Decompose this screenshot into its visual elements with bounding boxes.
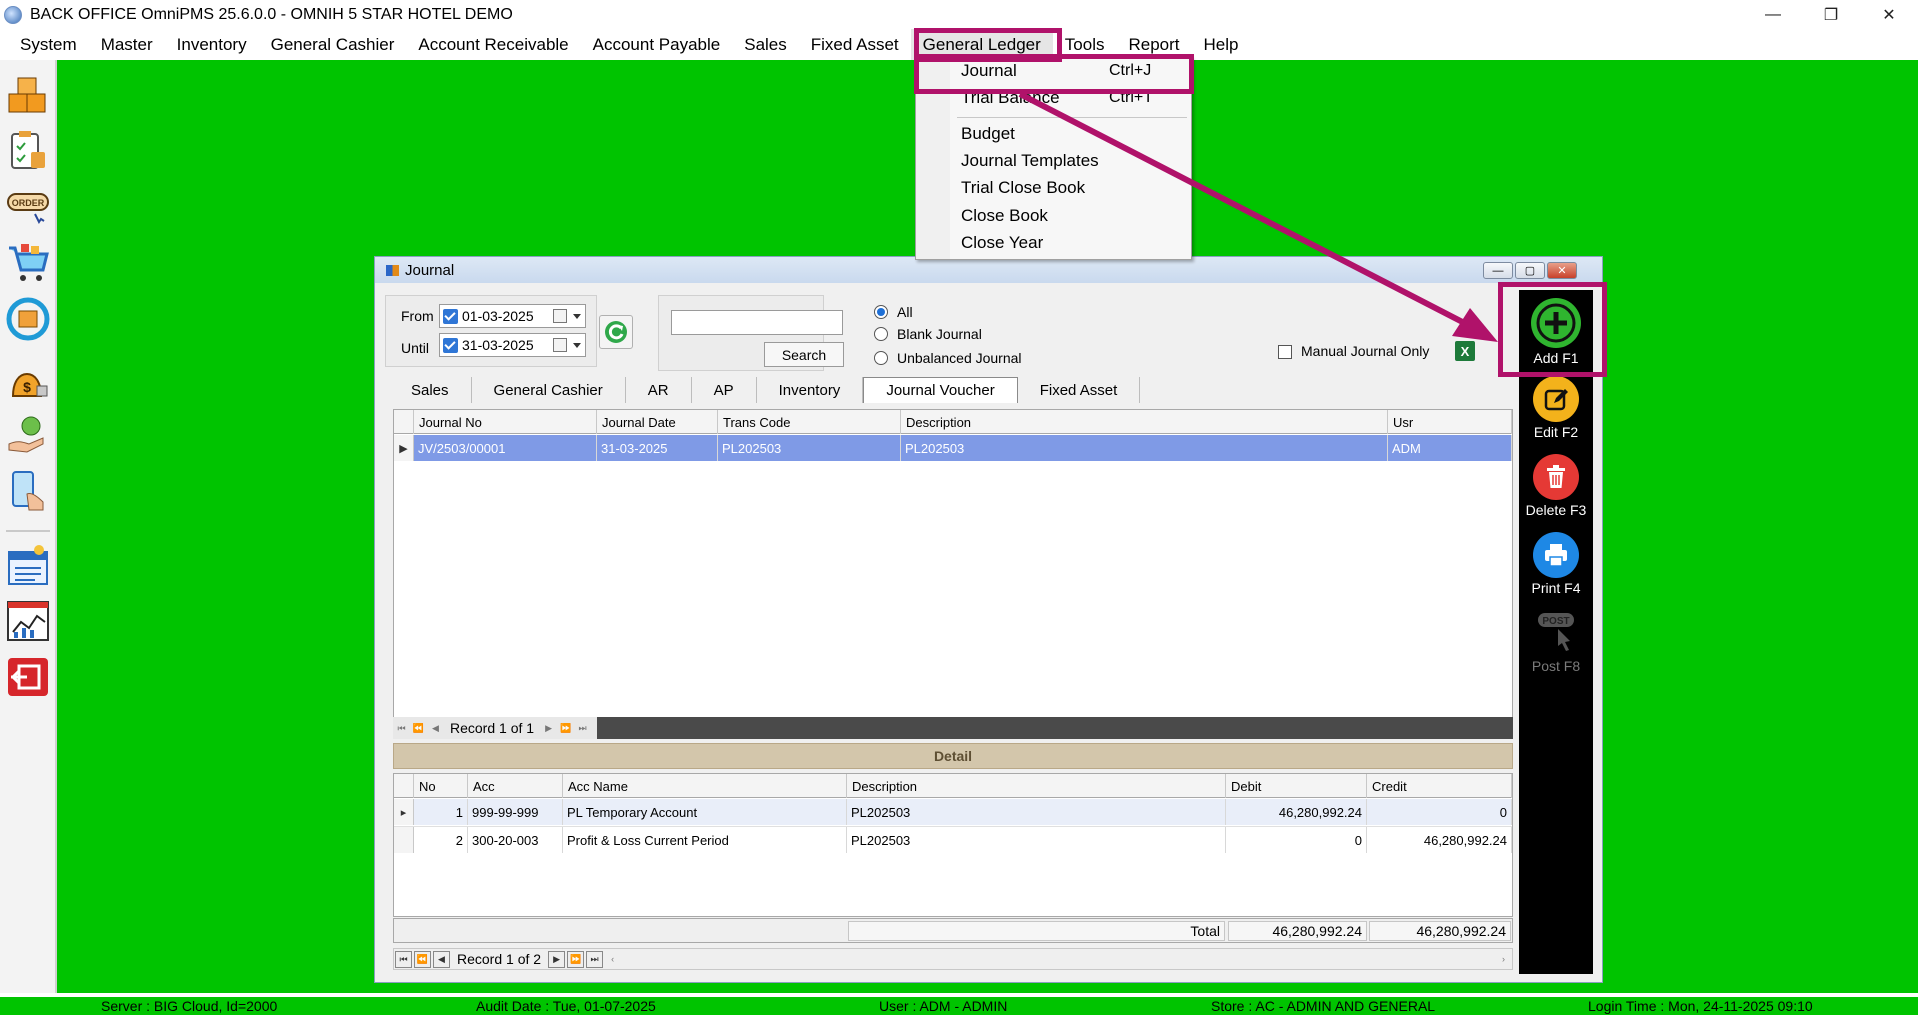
- status-login-time: Login Time : Mon, 24-11-2025 09:10: [1588, 998, 1813, 1014]
- status-bar: Server : BIG Cloud, Id=2000 Audit Date :…: [0, 993, 1918, 1027]
- annotation-arrow: [1018, 91, 1498, 342]
- status-server: Server : BIG Cloud, Id=2000: [101, 998, 278, 1014]
- status-user: User : ADM - ADMIN: [879, 998, 1008, 1014]
- status-store: Store : AC - ADMIN AND GENERAL: [1211, 998, 1436, 1014]
- status-audit-date: Audit Date : Tue, 01-07-2025: [476, 998, 656, 1014]
